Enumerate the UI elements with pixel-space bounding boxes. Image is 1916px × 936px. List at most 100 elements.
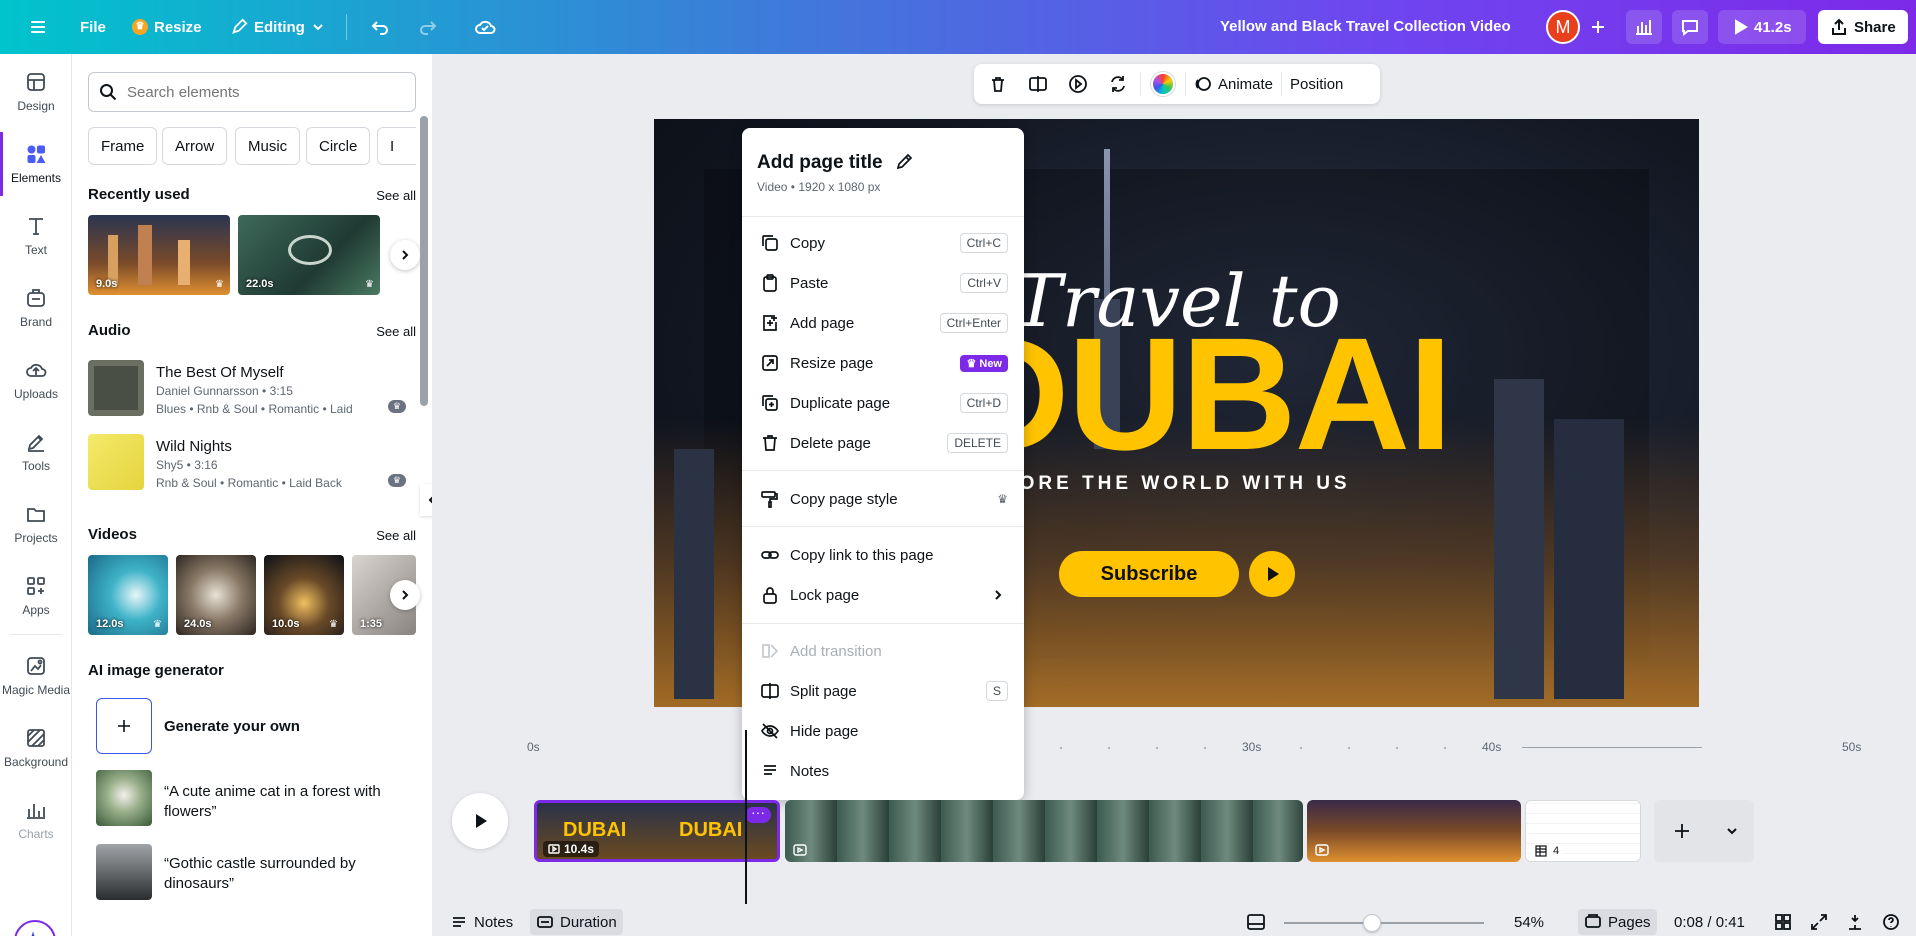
rail-projects[interactable]: Projects [0, 492, 72, 556]
generate-your-own-label[interactable]: Generate your own [164, 718, 300, 735]
ai-prompt-cat[interactable]: “A cute anime cat in a forest with flowe… [164, 782, 404, 822]
zoom-level[interactable]: 54% [1508, 909, 1550, 935]
audio-track[interactable]: The Best Of Myself Daniel Gunnarsson • 3… [88, 360, 416, 420]
fullscreen-button[interactable] [1804, 909, 1834, 935]
magic-assistant-button[interactable] [14, 920, 56, 936]
grid-view-button[interactable] [1768, 909, 1798, 935]
chip-arrow[interactable]: Arrow [162, 127, 228, 165]
rail-background[interactable]: Background [0, 716, 72, 780]
timeline-play-button[interactable] [452, 793, 508, 849]
menu-add-page[interactable]: Add page Ctrl+Enter [742, 303, 1024, 343]
rail-charts[interactable]: Charts [0, 788, 72, 852]
videos-scroll-next[interactable] [390, 580, 420, 610]
editing-mode-button[interactable]: Editing [222, 10, 333, 44]
subscribe-button[interactable]: Subscribe [1059, 551, 1239, 597]
chip-frame[interactable]: Frame [88, 127, 158, 165]
menu-copy[interactable]: Copy Ctrl+C [742, 223, 1024, 263]
search-box[interactable] [88, 72, 416, 112]
hide-timeline-button[interactable] [1240, 909, 1272, 935]
rail-magic-media[interactable]: Magic Media [0, 644, 72, 708]
audio-see-all[interactable]: See all [376, 324, 416, 339]
hamburger-icon [31, 21, 45, 33]
playback-button[interactable] [1060, 68, 1096, 100]
playhead[interactable] [745, 730, 747, 904]
loop-button[interactable] [1100, 68, 1136, 100]
redo-icon [420, 21, 437, 35]
rail-tools[interactable]: Tools [0, 420, 72, 484]
redo-button[interactable] [410, 10, 446, 44]
ai-prompt-castle[interactable]: “Gothic castle surrounded by dinosaurs” [164, 854, 404, 894]
menu-copy-link[interactable]: Copy link to this page [742, 535, 1024, 575]
page-title[interactable]: Add page title [757, 152, 883, 174]
main-title[interactable]: DUBAI [954, 319, 1594, 469]
menu-paste[interactable]: Paste Ctrl+V [742, 263, 1024, 303]
rail-design[interactable]: Design [0, 60, 72, 124]
share-button[interactable]: Share [1818, 10, 1908, 44]
pencil-icon[interactable] [894, 152, 914, 172]
tagline[interactable]: EXPLORE THE WORLD WITH US [954, 473, 1554, 495]
duration-button[interactable]: Duration [530, 909, 623, 935]
video-thumb-3[interactable]: 10.0s ♛ [264, 555, 344, 635]
recently-used-see-all[interactable]: See all [376, 188, 416, 203]
add-collaborator-button[interactable] [1582, 10, 1614, 44]
rail-uploads[interactable]: Uploads [0, 348, 72, 412]
menu-split-page[interactable]: Split page S [742, 671, 1024, 711]
fit-button[interactable] [1840, 909, 1870, 935]
timeline-clip-1[interactable]: DUBAI DUBAI 10.4s ··· [534, 800, 780, 862]
search-input[interactable] [127, 83, 387, 101]
generate-plus-button[interactable] [96, 698, 152, 754]
ai-prompt-thumb-cat[interactable] [96, 770, 152, 826]
split-button[interactable] [1020, 68, 1056, 100]
notes-button[interactable]: Notes [444, 909, 519, 935]
videos-see-all[interactable]: See all [376, 528, 416, 543]
video-thumb-1[interactable]: 12.0s ♛ [88, 555, 168, 635]
chip-circle[interactable]: Circle [306, 127, 371, 165]
chip-music[interactable]: Music [235, 127, 301, 165]
menu-resize-page[interactable]: Resize page ♛ New [742, 343, 1024, 383]
document-title[interactable]: Yellow and Black Travel Collection Video [1220, 18, 1511, 35]
help-button[interactable] [1876, 909, 1906, 935]
track-artist: Shy5 • 3:16 [156, 458, 218, 472]
ai-prompt-thumb-castle[interactable] [96, 844, 152, 900]
recent-thumb-2[interactable]: 22.0s ♛ [238, 215, 380, 295]
delete-button[interactable] [980, 68, 1016, 100]
color-button[interactable] [1145, 68, 1181, 100]
rail-elements[interactable]: Elements [0, 132, 72, 196]
timeline-clip-4[interactable]: 4 [1525, 800, 1641, 862]
file-menu[interactable]: File [72, 10, 114, 44]
comments-button[interactable] [1672, 10, 1708, 44]
panel-scrollbar[interactable] [420, 116, 428, 406]
menu-copy-page-style[interactable]: Copy page style ♛ [742, 479, 1024, 519]
avatar[interactable]: M [1546, 10, 1580, 44]
cloud-save-button[interactable] [466, 10, 504, 44]
menu-lock-page[interactable]: Lock page [742, 575, 1024, 615]
timeline-clip-2[interactable] [785, 800, 1303, 862]
zoom-slider-handle[interactable] [1363, 914, 1381, 932]
menu-duplicate-page[interactable]: Duplicate page Ctrl+D [742, 383, 1024, 423]
present-button[interactable]: 41.2s [1718, 10, 1806, 44]
rail-apps[interactable]: Apps [0, 564, 72, 628]
recent-scroll-next[interactable] [390, 240, 420, 270]
chip-partial[interactable]: I [377, 127, 416, 165]
insights-button[interactable] [1626, 10, 1662, 44]
undo-button[interactable] [362, 10, 398, 44]
position-button[interactable]: Position [1286, 68, 1347, 100]
menu-notes[interactable]: Notes [742, 751, 1024, 791]
menu-delete-page[interactable]: Delete page DELETE [742, 423, 1024, 463]
resize-button[interactable]: ♛ Resize [124, 10, 210, 44]
menu-hide-page[interactable]: Hide page [742, 711, 1024, 751]
recent-thumb-1[interactable]: 9.0s ♛ [88, 215, 230, 295]
rail-text[interactable]: Text [0, 204, 72, 268]
menu-button[interactable] [20, 10, 56, 44]
add-page-dropdown[interactable] [1710, 800, 1754, 862]
rail-brand[interactable]: Brand [0, 276, 72, 340]
animate-button[interactable]: Animate [1190, 68, 1277, 100]
clip-more-button[interactable]: ··· [745, 805, 771, 823]
video-thumb-2[interactable]: 24.0s [176, 555, 256, 635]
add-page-button[interactable] [1654, 800, 1710, 862]
pages-button[interactable]: Pages [1578, 909, 1657, 935]
audio-track[interactable]: Wild Nights Shy5 • 3:16 Rnb & Soul • Rom… [88, 434, 416, 494]
timeline-clip-3[interactable] [1307, 800, 1521, 862]
zoom-slider[interactable] [1284, 922, 1484, 924]
design-play-button[interactable] [1249, 551, 1295, 597]
